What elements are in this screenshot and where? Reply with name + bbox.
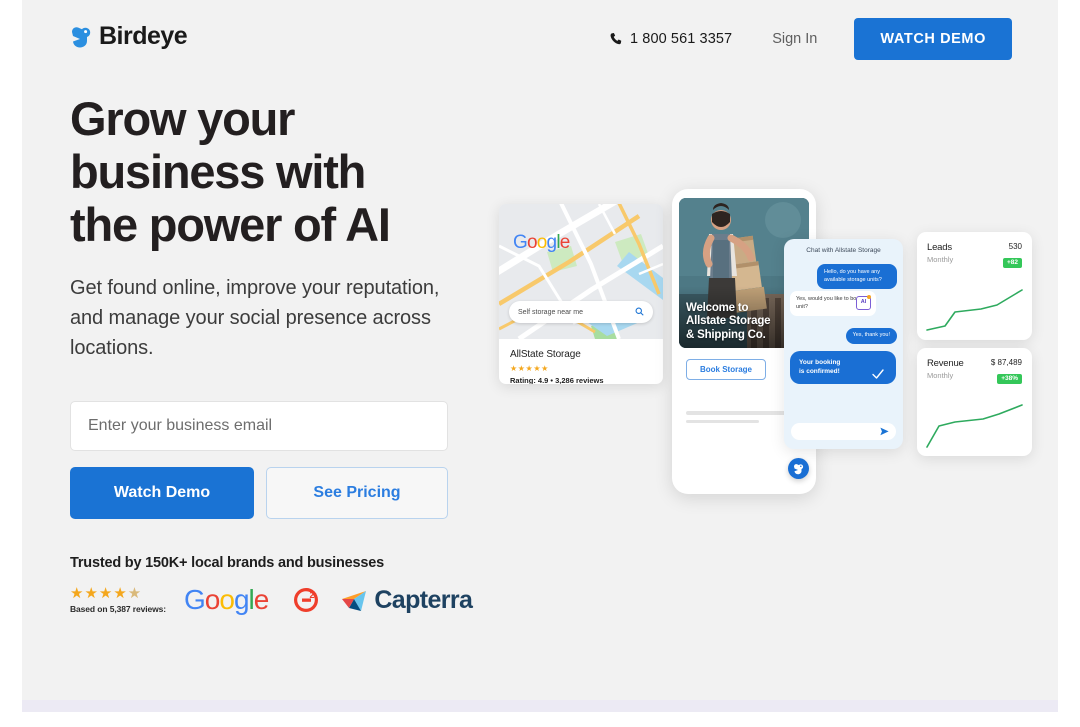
placeholder-line-1 — [686, 411, 793, 415]
full-stars: ★★★★ — [70, 585, 128, 602]
stat-delta-badge: +82 — [1002, 257, 1022, 268]
stat-period: Monthly — [927, 371, 954, 380]
stat-title: Revenue — [927, 358, 964, 369]
headline-line-1: Grow your — [70, 92, 295, 145]
header-actions: 1 800 561 3357 Sign In WATCH DEMO — [609, 18, 1012, 60]
revenue-sparkline-chart — [926, 404, 1023, 448]
sign-in-link[interactable]: Sign In — [772, 31, 817, 47]
hero-subheadline: Get found online, improve your reputatio… — [70, 277, 440, 359]
book-storage-button[interactable]: Book Storage — [686, 359, 766, 380]
phone-icon — [609, 32, 623, 46]
google-logo: Google — [184, 584, 269, 615]
phone-link[interactable]: 1 800 561 3357 — [609, 31, 732, 47]
ai-badge-label: AI — [860, 299, 867, 306]
stat-value: $ 87,489 — [990, 358, 1022, 367]
map-business-name: AllState Storage — [510, 349, 581, 360]
stat-card-revenue: Revenue Monthly $ 87,489 +38% — [917, 348, 1032, 456]
stat-delta-badge: +38% — [997, 373, 1022, 384]
magnifier-icon — [635, 303, 644, 321]
check-icon — [871, 367, 885, 385]
google-map-logo: Google — [513, 232, 570, 253]
chat-message-user-1: Hello, do you have any available storage… — [817, 264, 897, 289]
site-header: Birdeye 1 800 561 3357 Sign In WATCH DEM… — [22, 0, 1058, 78]
page-title: Grow your business with the power of AI — [70, 92, 500, 251]
headline-line-3: the power of AI — [70, 198, 391, 251]
hero-left-column: Grow your business with the power of AI … — [70, 92, 500, 616]
see-pricing-button[interactable]: See Pricing — [266, 467, 448, 519]
business-email-input[interactable] — [70, 401, 448, 451]
rating-block: ★★★★★ Based on 5,387 reviews: — [70, 586, 170, 614]
map-rating-line: Rating: 4.9 • 3,286 reviews — [510, 376, 604, 384]
google-map-card: Google Self storage near me AllState Sto… — [499, 204, 663, 384]
page-background: Birdeye 1 800 561 3357 Sign In WATCH DEM… — [22, 0, 1058, 700]
birdeye-bird-icon — [70, 25, 92, 49]
hero-cta-row: Watch Demo See Pricing — [70, 467, 500, 519]
capterra-wordmark: Capterra — [374, 585, 473, 614]
hero-title-line-2: Allstate Storage — [686, 315, 771, 327]
watch-demo-button[interactable]: Watch Demo — [70, 467, 254, 519]
bottom-accent-strip — [22, 700, 1058, 712]
stat-header: Revenue Monthly $ 87,489 +38% — [927, 358, 1022, 385]
placeholder-line-2 — [686, 420, 759, 423]
chat-launcher-button[interactable] — [788, 458, 809, 479]
birdeye-bird-icon — [794, 463, 804, 474]
star-rating: ★★★★★ — [70, 586, 170, 601]
chat-header-title: Chat with Allstate Storage — [806, 247, 881, 254]
chat-widget: Chat with Allstate Storage Hello, do you… — [784, 239, 903, 449]
stat-period: Monthly — [927, 255, 954, 264]
send-icon[interactable] — [880, 423, 889, 441]
map-search-text: Self storage near me — [518, 308, 583, 316]
leads-sparkline-chart — [926, 289, 1023, 331]
watch-demo-header-button[interactable]: WATCH DEMO — [854, 18, 1012, 60]
social-proof-row: ★★★★★ Based on 5,387 reviews: Google 2 C… — [70, 584, 500, 616]
ai-badge-icon: AI — [856, 295, 871, 310]
g2-logo: 2 — [292, 586, 320, 614]
stat-card-leads: Leads Monthly 530 +82 — [917, 232, 1032, 340]
chat-message-input[interactable] — [791, 423, 896, 440]
confirm-line-2: is confirmed! — [799, 367, 840, 375]
hero-title-line-1: Welcome to — [686, 301, 749, 314]
confirm-line-1: Your booking — [799, 359, 841, 366]
hero-title-line-3: & Shipping Co. — [686, 328, 766, 341]
capterra-kite-icon — [342, 591, 367, 611]
phone-number: 1 800 561 3357 — [630, 31, 733, 47]
phone-hero-title: Welcome to Allstate Storage & Shipping C… — [686, 301, 771, 343]
stat-title: Leads — [927, 242, 952, 253]
chat-message-agent-1: Yes, would you like to book a unit? AI — [790, 291, 876, 316]
capterra-logo: Capterra — [340, 585, 473, 615]
review-count-label: Based on 5,387 reviews: — [70, 604, 166, 614]
headline-line-2: business with — [70, 145, 366, 198]
birdeye-logo[interactable]: Birdeye — [70, 22, 188, 51]
stat-header: Leads Monthly 530 +82 — [927, 242, 1022, 269]
stat-value: 530 — [1008, 242, 1022, 251]
logo-wordmark: Birdeye — [99, 22, 188, 50]
trusted-by-text: Trusted by 150K+ local brands and busine… — [70, 555, 384, 571]
chat-booking-confirmation: Your booking is confirmed! — [790, 351, 896, 384]
map-search-bar[interactable]: Self storage near me — [509, 301, 653, 323]
ai-dot-icon — [867, 295, 871, 299]
chat-message-user-2: Yes, thank you! — [845, 328, 897, 344]
map-business-info: AllState Storage ★★★★★ Rating: 4.9 • 3,2… — [499, 339, 663, 384]
map-star-rating: ★★★★★ — [510, 364, 549, 373]
hero-product-illustration: Google Self storage near me AllState Sto… — [492, 185, 1052, 505]
half-star-icon: ★ — [127, 585, 143, 602]
map-image: Google Self storage near me — [499, 204, 663, 339]
